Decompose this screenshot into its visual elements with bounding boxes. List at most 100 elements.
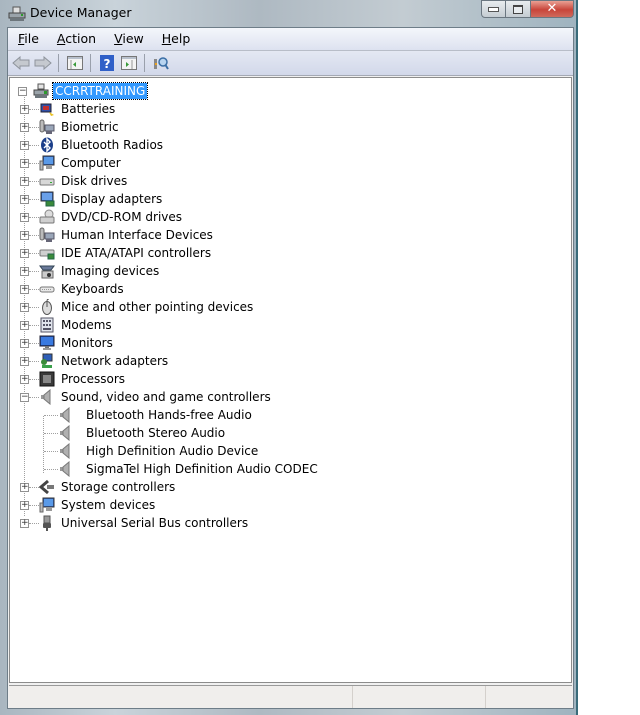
tree-category-label: Computer — [61, 156, 121, 170]
tree-device[interactable]: Bluetooth Hands-free Audio — [58, 406, 254, 424]
toolbar-separator — [144, 54, 145, 72]
tree-category-label: Modems — [61, 318, 112, 332]
tree-root-label: CCRRTRAINING — [51, 82, 149, 100]
tree-category-label: IDE ATA/ATAPI controllers — [61, 246, 212, 260]
expand-toggle[interactable]: + — [20, 500, 29, 510]
status-pane-1 — [9, 686, 353, 708]
tree-category[interactable]: + Imaging devices — [20, 262, 161, 280]
tree-device[interactable]: High Definition Audio Device — [58, 442, 260, 460]
tree-category-label: Storage controllers — [61, 480, 176, 494]
modem-icon — [39, 317, 55, 333]
expand-toggle[interactable]: + — [20, 518, 29, 528]
hid-icon — [39, 227, 55, 243]
usb-icon — [39, 515, 55, 531]
disk-drive-icon — [39, 173, 55, 189]
menu-file[interactable]: File — [8, 28, 47, 50]
tree-category[interactable]: + IDE ATA/ATAPI controllers — [20, 244, 213, 262]
tree-category[interactable]: + Mice and other pointing devices — [20, 298, 255, 316]
back-arrow-icon — [12, 56, 30, 70]
help-button[interactable]: ? — [98, 54, 116, 72]
menu-view-label: iew — [122, 31, 144, 46]
status-bar — [9, 685, 572, 708]
expand-toggle[interactable]: + — [20, 482, 29, 492]
menu-bar: File Action View Help — [8, 28, 573, 51]
tree-category[interactable]: + Human Interface Devices — [20, 226, 215, 244]
close-icon: ✕ — [546, 1, 558, 16]
tree-category[interactable]: + Monitors — [20, 334, 115, 352]
imaging-device-icon — [39, 263, 55, 279]
maximize-icon — [513, 4, 523, 14]
forward-button[interactable] — [34, 54, 52, 72]
tree-category[interactable]: + System devices — [20, 496, 157, 514]
tree-device[interactable]: SigmaTel High Definition Audio CODEC — [58, 460, 320, 478]
tree-category-label: Batteries — [61, 102, 116, 116]
menu-view[interactable]: View — [104, 28, 152, 50]
tree-category[interactable]: + Disk drives — [20, 172, 129, 190]
tree-connector — [44, 451, 58, 452]
menu-action-label: ction — [65, 31, 97, 46]
collapse-toggle[interactable]: − — [18, 86, 27, 96]
caption-buttons: ✕ — [481, 0, 574, 19]
menu-help-accel: H — [161, 31, 172, 46]
expand-toggle[interactable]: + — [20, 194, 29, 204]
scan-hardware-button[interactable] — [152, 54, 170, 72]
tree-category-label: Disk drives — [61, 174, 128, 188]
tree-category[interactable]: + Bluetooth Radios — [20, 136, 165, 154]
close-button[interactable]: ✕ — [531, 0, 574, 18]
maximize-button[interactable] — [506, 0, 531, 18]
device-tree[interactable]: − CCRRTRAINING + Batteries + Biometric + Blue… — [9, 77, 572, 683]
status-pane-2 — [353, 686, 486, 708]
back-button[interactable] — [12, 54, 30, 72]
battery-icon — [39, 101, 55, 117]
keyboard-icon — [39, 281, 55, 297]
toolbar: ? — [8, 51, 573, 76]
action-pane-button[interactable] — [120, 54, 138, 72]
tree-category-label: Monitors — [61, 336, 113, 350]
expand-toggle[interactable]: + — [20, 140, 29, 150]
expand-toggle[interactable]: + — [20, 338, 29, 348]
expand-toggle[interactable]: + — [20, 374, 29, 384]
expand-toggle[interactable]: + — [20, 356, 29, 366]
expand-toggle[interactable]: + — [20, 266, 29, 276]
title-bar[interactable]: Device Manager ✕ — [0, 0, 576, 27]
network-adapter-icon — [39, 353, 55, 369]
collapse-toggle[interactable]: − — [20, 392, 29, 402]
expand-toggle[interactable]: + — [20, 158, 29, 168]
expand-toggle[interactable]: + — [20, 230, 29, 240]
expand-toggle[interactable]: + — [20, 122, 29, 132]
tree-category-label: Bluetooth Radios — [61, 138, 164, 152]
tree-category[interactable]: − Sound, video and game controllers — [20, 388, 273, 406]
tree-device-label: High Definition Audio Device — [86, 444, 259, 458]
menu-action[interactable]: Action — [47, 28, 104, 50]
tree-category[interactable]: + Modems — [20, 316, 114, 334]
tree-category[interactable]: + Universal Serial Bus controllers — [20, 514, 250, 532]
tree-category[interactable]: + Computer — [20, 154, 123, 172]
tree-category-label: DVD/CD-ROM drives — [61, 210, 183, 224]
tree-root[interactable]: − CCRRTRAINING — [18, 82, 149, 100]
expand-toggle[interactable]: + — [20, 176, 29, 186]
expand-toggle[interactable]: + — [20, 320, 29, 330]
expand-toggle[interactable]: + — [20, 104, 29, 114]
expand-toggle[interactable]: + — [20, 284, 29, 294]
tree-category[interactable]: + DVD/CD-ROM drives — [20, 208, 184, 226]
mouse-icon — [39, 299, 55, 315]
expand-toggle[interactable]: + — [20, 248, 29, 258]
expand-toggle[interactable]: + — [20, 302, 29, 312]
menu-help[interactable]: Help — [152, 28, 199, 50]
tree-category[interactable]: + Biometric — [20, 118, 121, 136]
console-tree-button[interactable] — [66, 54, 84, 72]
tree-category[interactable]: + Processors — [20, 370, 127, 388]
toolbar-separator — [58, 54, 59, 72]
tree-category[interactable]: + Network adapters — [20, 352, 170, 370]
system-device-icon — [39, 497, 55, 513]
tree-category-label: Universal Serial Bus controllers — [61, 516, 249, 530]
tree-device[interactable]: Bluetooth Stereo Audio — [58, 424, 227, 442]
tree-category[interactable]: + Storage controllers — [20, 478, 177, 496]
tree-connector — [44, 469, 58, 470]
minimize-button[interactable] — [481, 0, 506, 18]
tree-category[interactable]: + Display adapters — [20, 190, 164, 208]
tree-device-label: Bluetooth Hands-free Audio — [86, 408, 252, 422]
expand-toggle[interactable]: + — [20, 212, 29, 222]
tree-category[interactable]: + Keyboards — [20, 280, 126, 298]
tree-category[interactable]: + Batteries — [20, 100, 117, 118]
